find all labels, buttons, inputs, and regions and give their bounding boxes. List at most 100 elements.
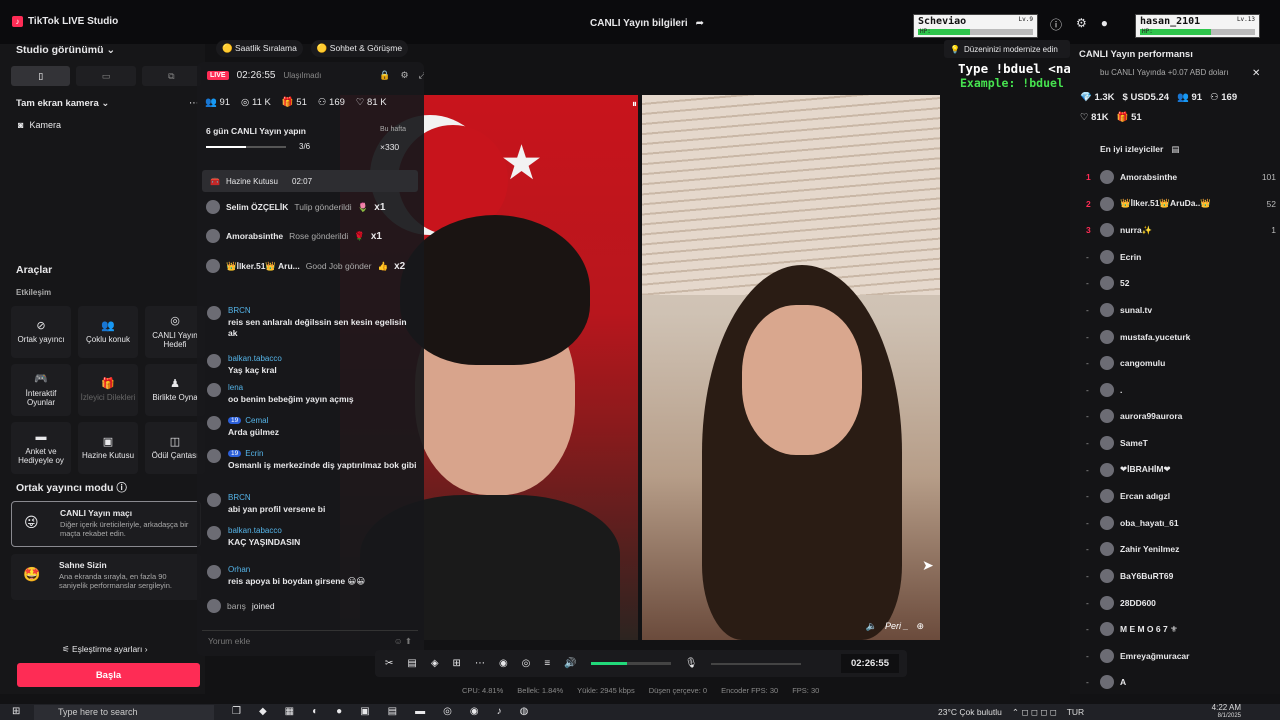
- start-button[interactable]: Başla: [17, 663, 200, 687]
- live-info-title[interactable]: CANLI Yayın bilgileri ➦: [590, 18, 704, 29]
- tiktok-icon[interactable]: ♪: [497, 706, 502, 717]
- scene-dropdown[interactable]: Tam ekran kamera ⌄: [16, 98, 109, 109]
- tool-reward-bag[interactable]: ◫ Ödül Çantası: [145, 422, 205, 474]
- dual-icon[interactable]: ⧉: [141, 66, 201, 86]
- mic-level[interactable]: [711, 662, 802, 665]
- leaderboard-row[interactable]: 3 nurra✨ 1: [1086, 220, 1276, 240]
- chat-username[interactable]: BRCN: [207, 493, 417, 507]
- leaderboard-row[interactable]: - cangomulu: [1086, 353, 1276, 373]
- more-icon[interactable]: ⋯: [475, 658, 485, 669]
- app-icon[interactable]: ▣: [360, 706, 369, 717]
- record-icon[interactable]: ◉: [499, 658, 508, 669]
- list-icon[interactable]: ▤: [1171, 144, 1179, 155]
- lock-icon[interactable]: 🔒: [379, 70, 390, 81]
- windows-start-icon[interactable]: ⊞: [12, 706, 20, 717]
- chat-username[interactable]: BRCN: [207, 306, 417, 320]
- chat-username[interactable]: Orhan: [207, 565, 417, 579]
- leaderboard-row[interactable]: - Zahir Yenilmez: [1086, 539, 1276, 559]
- leaderboard-row[interactable]: - 52: [1086, 273, 1276, 293]
- tool-treasure-box[interactable]: ▣ Hazine Kutusu: [78, 422, 138, 474]
- mode-stage[interactable]: 🤩 Sahne Sizin Ana ekranda sırayla, en fa…: [11, 554, 201, 600]
- help-icon[interactable]: ⓘ: [1050, 16, 1062, 33]
- leaderboard-row[interactable]: -.: [1086, 380, 1276, 400]
- taskbar-search[interactable]: Type here to search: [34, 705, 214, 720]
- emoji-send-icons[interactable]: ☺ ⬆: [394, 636, 412, 646]
- speaker-icon[interactable]: 🔈: [866, 621, 877, 632]
- leaderboard-row[interactable]: - M E M O 6 7 ⚜: [1086, 619, 1276, 639]
- add-icon[interactable]: ⊕: [916, 621, 924, 632]
- leaderboard-row[interactable]: - SameT: [1086, 433, 1276, 453]
- volume-icon[interactable]: 🔊: [564, 658, 576, 669]
- leaderboard-row[interactable]: - Ercan adıgzl: [1086, 486, 1276, 506]
- effects-icon[interactable]: ✂: [385, 658, 393, 669]
- pairing-settings[interactable]: ⚟ Eşleştirme ayarları ›: [62, 644, 148, 655]
- leaderboard-row[interactable]: - 28DD600: [1086, 593, 1276, 613]
- avatar: [1100, 542, 1114, 557]
- chat-username[interactable]: lena: [207, 383, 417, 397]
- settings-gear-icon[interactable]: ⚙: [1076, 16, 1087, 33]
- edge-icon[interactable]: ◐: [312, 706, 318, 717]
- leaderboard-row[interactable]: - oba_hayatı_61: [1086, 513, 1276, 533]
- portrait-icon[interactable]: ▯: [11, 66, 71, 86]
- tool-poll[interactable]: ▬ Anket ve Hediyeyle oy: [11, 422, 71, 474]
- app-icon[interactable]: ◆: [259, 706, 267, 717]
- chat-username[interactable]: 19 Ecrin: [207, 449, 417, 463]
- landscape-icon[interactable]: ▭: [76, 66, 136, 86]
- help-icon[interactable]: ⓘ: [116, 482, 127, 494]
- top-viewers-heading: En iyi izleyiciler ▤: [1100, 144, 1180, 155]
- leaderboard-row[interactable]: - ❤İBRAHİM❤: [1086, 460, 1276, 480]
- leaderboard-row[interactable]: - Emreyağmuracar: [1086, 646, 1276, 666]
- leaderboard-row[interactable]: 1 Amorabsinthe 101: [1086, 167, 1276, 187]
- volume-slider[interactable]: [590, 662, 671, 665]
- settings-gear-icon[interactable]: ⚙: [401, 70, 409, 81]
- source-camera[interactable]: ◙ Kamera: [18, 120, 61, 130]
- leaderboard-row[interactable]: 2 👑İlker.51👑AruDa..👑 52: [1086, 194, 1276, 214]
- close-icon[interactable]: ✕: [1252, 68, 1260, 79]
- modernize-banner[interactable]: 💡 Düzeninizi modernize edin: [944, 40, 1070, 58]
- chat-username[interactable]: 19 Cemal: [207, 416, 417, 430]
- app-icon[interactable]: ▤: [388, 706, 397, 717]
- leaderboard-row[interactable]: - mustafa.yuceturk: [1086, 327, 1276, 347]
- filter-icon[interactable]: ◈: [431, 658, 439, 669]
- tray-icons[interactable]: ⌃ ◻ ◻ ◻ ◻: [1012, 707, 1057, 718]
- leaderboard-row[interactable]: -A: [1086, 672, 1276, 692]
- folder-icon[interactable]: ▬: [415, 706, 425, 717]
- rank: -: [1086, 597, 1089, 608]
- profile-avatar-icon[interactable]: ●: [1101, 16, 1108, 33]
- layout-icon[interactable]: ▤: [407, 658, 416, 669]
- comment-input[interactable]: Yorum ekle ☺ ⬆: [202, 630, 418, 650]
- leaderboard-row[interactable]: - Ecrin: [1086, 247, 1276, 267]
- mic-icon[interactable]: 🎙: [685, 658, 698, 669]
- language-indicator[interactable]: TUR: [1067, 707, 1084, 718]
- treasure-box-row[interactable]: 🧰 Hazine Kutusu 02:07: [202, 170, 418, 192]
- leaderboard-row[interactable]: - BaY6BuRT69: [1086, 566, 1276, 586]
- popout-icon[interactable]: ⤢: [419, 70, 424, 81]
- clock[interactable]: 4:22 AM 8/1/2025: [1205, 703, 1241, 719]
- task-view-icon[interactable]: ❐: [232, 706, 241, 717]
- tool-viewer-wishes[interactable]: 🎁 İzleyici Dilekleri: [78, 364, 138, 416]
- mode-live-match[interactable]: 😜 CANLI Yayın maçı Diğer içerik üreticil…: [11, 501, 201, 547]
- app-icon[interactable]: ◍: [520, 706, 529, 717]
- browser-icon[interactable]: ◎: [443, 706, 452, 717]
- tool-play-together[interactable]: ♟ Birlikte Oyna: [145, 364, 205, 416]
- leaderboard-row[interactable]: - aurora99aurora: [1086, 406, 1276, 426]
- camera-switch-icon[interactable]: ◎: [522, 658, 531, 669]
- studio-view-dropdown[interactable]: Studio görünümü ⌄: [16, 44, 115, 56]
- rank: -: [1086, 677, 1089, 688]
- leaderboard-row[interactable]: - sunal.tv: [1086, 300, 1276, 320]
- add-source-icon[interactable]: ⊞: [453, 658, 461, 669]
- app-icon[interactable]: ●: [336, 706, 342, 717]
- chat-username[interactable]: balkan.tabacco: [207, 354, 417, 368]
- tool-interactive-games[interactable]: 🎮 İnteraktif Oyunlar: [11, 364, 71, 416]
- hourly-ranking-pill[interactable]: 🟡 Saatlik Sıralama: [216, 40, 303, 57]
- spotify-icon[interactable]: ◉: [470, 706, 479, 717]
- weather-widget[interactable]: 23°C Çok bulutlu: [938, 707, 1002, 718]
- tool-live-goal[interactable]: ◎ CANLI Yayın Hedefi: [145, 306, 205, 358]
- tool-cohost[interactable]: ⊘ Ortak yayıncı: [11, 306, 71, 358]
- sliders-icon[interactable]: ≡: [544, 658, 550, 669]
- store-icon[interactable]: ▦: [285, 706, 294, 717]
- chat-meet-pill[interactable]: 🟡 Sohbet & Görüşme: [310, 40, 409, 57]
- chat-username[interactable]: balkan.tabacco: [207, 526, 417, 540]
- tool-multi-guest[interactable]: 👥 Çoklu konuk: [78, 306, 138, 358]
- pause-icon[interactable]: ⏸: [632, 99, 637, 110]
